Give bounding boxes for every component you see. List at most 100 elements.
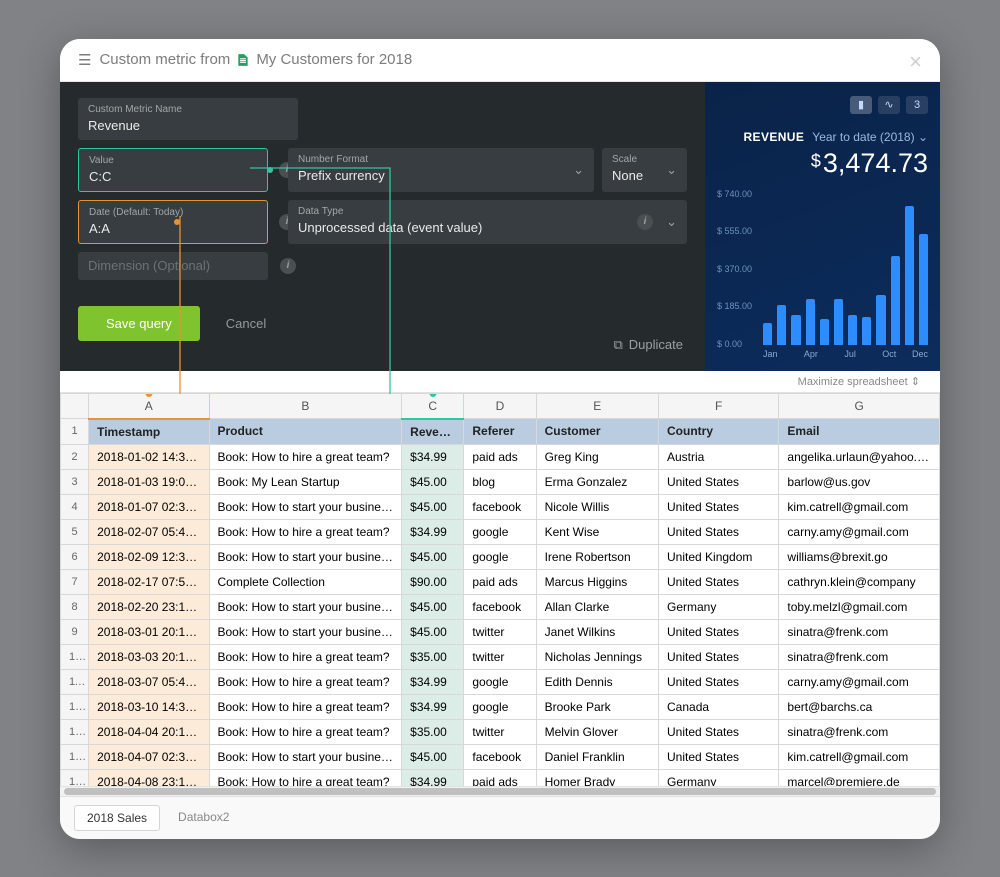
cell[interactable]: sinatra@frenk.com [779,719,940,744]
cell[interactable]: Brooke Park [536,694,658,719]
cell[interactable]: $45.00 [402,594,464,619]
cell[interactable]: $90.00 [402,569,464,594]
cell[interactable]: 2018-03-07 05:41:56 [89,669,209,694]
cell[interactable]: United States [659,744,779,769]
cell[interactable]: google [464,544,536,569]
header-cell[interactable]: Referer [464,419,536,445]
cell[interactable]: google [464,669,536,694]
cell[interactable]: United States [659,644,779,669]
header-cell[interactable]: Product [209,419,402,445]
spreadsheet[interactable]: ABCDEFG1TimestampProductRevenueRefererCu… [60,393,940,786]
sheet-tab-databox2[interactable]: Databox2 [166,805,241,831]
cell[interactable]: carny.amy@gmail.com [779,669,940,694]
cell[interactable]: bert@barchs.ca [779,694,940,719]
cell[interactable]: angelika.urlaun@yahoo.com [779,444,940,469]
cell[interactable]: United States [659,719,779,744]
cell[interactable]: 2018-02-17 07:53:00 [89,569,209,594]
cell[interactable]: Book: How to hire a great team? [209,519,402,544]
cell[interactable]: sinatra@frenk.com [779,619,940,644]
data-type-select[interactable]: Data Type Unprocessed data (event value)… [288,200,687,244]
cell[interactable]: Edith Dennis [536,669,658,694]
preview-period-select[interactable]: Year to date (2018) ⌄ [812,130,928,144]
sheet-tab-2018-sales[interactable]: 2018 Sales [74,805,160,831]
save-query-button[interactable]: Save query [78,306,200,341]
cell[interactable]: Book: How to start your business? [209,744,402,769]
cell[interactable]: 2018-02-07 05:41:56 [89,519,209,544]
cell[interactable]: Greg King [536,444,658,469]
cell[interactable]: United Kingdom [659,544,779,569]
cell[interactable]: Book: How to start your business? [209,544,402,569]
cell[interactable]: google [464,694,536,719]
cell[interactable]: 2018-02-09 12:30:00 [89,544,209,569]
header-cell[interactable]: Customer [536,419,658,445]
cell[interactable]: United States [659,669,779,694]
cell[interactable]: Marcus Higgins [536,569,658,594]
cell[interactable]: $45.00 [402,544,464,569]
metric-name-field[interactable]: Custom Metric Name Revenue [78,98,298,140]
duplicate-button[interactable]: ⧉ Duplicate [614,337,684,353]
cell[interactable]: 2018-03-01 20:19:11 [89,619,209,644]
cell[interactable]: barlow@us.gov [779,469,940,494]
cell[interactable]: facebook [464,494,536,519]
cell[interactable]: paid ads [464,569,536,594]
number-format-select[interactable]: Number Format Prefix currency ⌄ [288,148,594,192]
scale-select[interactable]: Scale None ⌄ [602,148,687,192]
cancel-button[interactable]: Cancel [226,316,266,331]
cell[interactable]: $34.99 [402,694,464,719]
cell[interactable]: twitter [464,619,536,644]
cell[interactable]: Book: How to hire a great team? [209,669,402,694]
cell[interactable]: United States [659,469,779,494]
cell[interactable]: Book: How to hire a great team? [209,694,402,719]
header-cell[interactable]: Timestamp [89,419,209,445]
cell[interactable]: $45.00 [402,494,464,519]
cell[interactable]: $34.99 [402,769,464,786]
cell[interactable]: 2018-04-04 20:19:11 [89,719,209,744]
cell[interactable]: kim.catrell@gmail.com [779,744,940,769]
cell[interactable]: Erma Gonzalez [536,469,658,494]
header-cell[interactable]: Email [779,419,940,445]
date-field[interactable]: Date (Default: Today) A:A i [78,200,268,244]
cell[interactable]: $34.99 [402,444,464,469]
cell[interactable]: cathryn.klein@company [779,569,940,594]
cell[interactable]: blog [464,469,536,494]
cell[interactable]: $34.99 [402,669,464,694]
cell[interactable]: United States [659,519,779,544]
cell[interactable]: Germany [659,594,779,619]
column-header-D[interactable]: D [464,393,536,419]
cell[interactable]: Book: How to start your business? [209,619,402,644]
cell[interactable]: toby.melzl@gmail.com [779,594,940,619]
cell[interactable]: Book: How to hire a great team? [209,769,402,786]
cell[interactable]: Book: How to start your business? [209,594,402,619]
cell[interactable]: Homer Brady [536,769,658,786]
cell[interactable]: Canada [659,694,779,719]
preview-count[interactable]: 3 [906,96,928,114]
cell[interactable]: 2018-01-02 14:38:12 [89,444,209,469]
cell[interactable]: google [464,519,536,544]
cell[interactable]: $34.99 [402,519,464,544]
cell[interactable]: 2018-02-20 23:19:00 [89,594,209,619]
cell[interactable]: paid ads [464,769,536,786]
info-icon[interactable]: i [280,258,296,274]
dimension-field[interactable]: Dimension (Optional) i [78,252,268,280]
cell[interactable]: Allan Clarke [536,594,658,619]
cell[interactable]: 2018-03-10 14:38:12 [89,694,209,719]
cell[interactable]: $45.00 [402,469,464,494]
cell[interactable]: Kent Wise [536,519,658,544]
cell[interactable]: United States [659,619,779,644]
preview-chart-icon[interactable]: ▮ [850,96,872,114]
cell[interactable]: Complete Collection [209,569,402,594]
cell[interactable]: United States [659,494,779,519]
cell[interactable]: Austria [659,444,779,469]
column-header-C[interactable]: C [402,393,464,419]
cell[interactable]: 2018-04-07 02:39:00 [89,744,209,769]
cell[interactable]: carny.amy@gmail.com [779,519,940,544]
column-header-E[interactable]: E [536,393,658,419]
cell[interactable]: $35.00 [402,644,464,669]
header-cell[interactable]: Revenue [402,419,464,445]
cell[interactable]: $35.00 [402,719,464,744]
cell[interactable]: Irene Robertson [536,544,658,569]
cell[interactable]: paid ads [464,444,536,469]
cell[interactable]: kim.catrell@gmail.com [779,494,940,519]
close-icon[interactable]: × [909,49,922,75]
cell[interactable]: 2018-01-07 02:39:00 [89,494,209,519]
